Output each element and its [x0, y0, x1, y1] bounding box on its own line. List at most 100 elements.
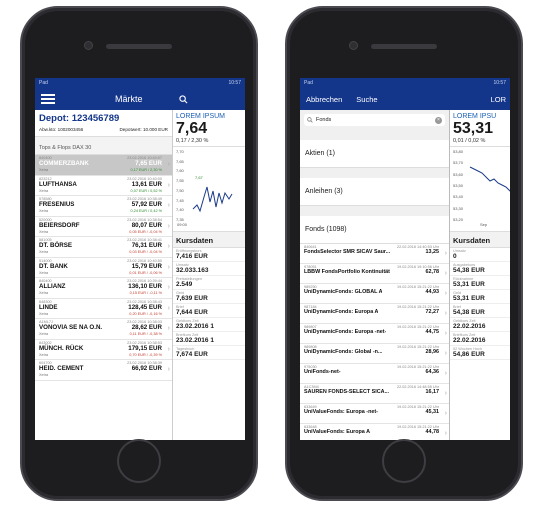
y-tick-label: 53,30	[453, 205, 464, 211]
fund-row[interactable]: 978051 19.02.2016 19:10:56 Uhr LBBW FondsP…	[300, 264, 449, 284]
chevron-right-icon: ›	[444, 250, 447, 257]
chevron-right-icon: ›	[444, 370, 447, 377]
menu-icon[interactable]	[41, 92, 55, 107]
stock-sub: Xetra 0,11 EUR / -0,38 %	[39, 332, 162, 336]
chevron-right-icon: ›	[167, 366, 170, 373]
category-funds[interactable]: Fonds (1098)	[300, 216, 449, 244]
home-button[interactable]	[117, 439, 161, 483]
stock-row[interactable]: 578580 23.02.2016 10:38:49 FRESENIUS 57,92 …	[35, 196, 172, 217]
stock-main: DT. BÖRSE 76,31 EUR	[39, 242, 162, 250]
fund-row[interactable]: 989250 19.02.2016 15:21:22 Uhr UniDynamicF…	[300, 284, 449, 304]
instrument-price: 53,31	[453, 120, 494, 137]
fund-row[interactable]: 987184 19.02.2016 15:21:22 Uhr UniDynamicF…	[300, 304, 449, 324]
cancel-button[interactable]: Abbrechen	[300, 95, 342, 104]
fund-row[interactable]: 633648 19.02.2016 15:21:22 Uhr UniValueFon…	[300, 424, 449, 440]
stock-price: 66,92 EUR	[131, 365, 162, 372]
search-input[interactable]: Fonds ×	[304, 114, 445, 126]
kursdaten-row: Umsatz 0	[450, 248, 510, 262]
clock: 10:57	[493, 80, 506, 86]
stock-row[interactable]: 823212 23.02.2016 10:40:00 LUFTHANSA 13,61 …	[35, 176, 172, 196]
stock-row[interactable]: 514000 23.02.2016 10:40:50 DT. BANK 15,79 E…	[35, 258, 172, 278]
y-tick-label: 7,60	[176, 168, 184, 174]
stock-sub: Xetra 0,20 EUR / -0,16 %	[39, 312, 162, 316]
stock-row[interactable]: 520000 23.02.2016 10:38:54 BEIERSDORF 80,07…	[35, 217, 172, 237]
stock-row[interactable]: 648300 23.02.2016 10:38:43 LINDE 128,45 EUR…	[35, 299, 172, 319]
stock-row[interactable]: A1ML7J 23.02.2016 10:38:03 VONOVIA SE NA O…	[35, 319, 172, 340]
kursdaten-value: 23.02.2016 1	[176, 323, 214, 330]
y-tick-label: 7,70	[176, 149, 184, 154]
kursdaten-row: Geld 53,31 EUR	[450, 290, 510, 304]
instrument-change: 0,01 / 0,02 %	[453, 138, 486, 144]
stock-change: 0,11 EUR / -0,38 %	[129, 332, 162, 336]
fund-price: 45,31	[425, 409, 440, 415]
stock-main: LINDE 128,45 EUR	[39, 304, 162, 312]
chevron-right-icon: ›	[444, 290, 447, 297]
stock-main: ALLIANZ 136,10 EUR	[39, 283, 162, 291]
chevron-right-icon: ›	[167, 284, 170, 291]
depot-summary: Abw.kto: 1002003456 Depotwert: 10.000 EU…	[35, 125, 172, 137]
fund-price: 44,93	[425, 289, 440, 295]
fund-main: UniValueFonds: Europa -net- 45,31	[304, 409, 439, 415]
stock-change: 0,70 EUR / -0,39 %	[129, 352, 162, 357]
fund-row[interactable]: 840641 22.02.2016 14:40:53 Uhr FondsSelect…	[300, 244, 449, 264]
kursdaten-value: 7,674 EUR	[176, 351, 208, 358]
stock-main: COMMERZBANK 7,65 EUR	[39, 160, 162, 168]
stock-price: 28,62 EUR	[131, 324, 162, 331]
stock-price: 13,61 EUR	[131, 180, 162, 188]
kursdaten-value: 54,38 EUR	[453, 309, 485, 316]
fund-name: UniDynamicFonds: GLOBAL A	[304, 289, 383, 295]
stock-price: 128,45 EUR	[128, 303, 162, 311]
kursdaten-row: Ausgabekurs 54,38 EUR	[450, 262, 510, 276]
category-stocks[interactable]: Aktien (1)	[300, 140, 449, 168]
stock-main: MÜNCH. RÜCK 179,15 EUR	[39, 345, 162, 353]
fund-row[interactable]: 989807 19.02.2016 15:21:22 Uhr UniDynamicF…	[300, 324, 449, 344]
stock-row[interactable]: 581005 23.02.2016 10:38:41 DT. BÖRSE 76,31 …	[35, 237, 172, 258]
fund-row[interactable]: 989808 19.02.2016 15:21:22 Uhr UniDynamicF…	[300, 344, 449, 364]
kursdaten-value: 22.02.2016	[453, 337, 486, 344]
fund-name: SAUREN FONDS-SELECT SICA...	[304, 389, 390, 395]
stock-main: FRESENIUS 57,92 EUR	[39, 201, 162, 209]
stock-row[interactable]: 840400 23.02.2016 10:39:44 ALLIANZ 136,10 E…	[35, 278, 172, 299]
kursdaten-value: 32.033.163	[176, 267, 209, 274]
fund-row[interactable]: 975030 19.02.2016 15:21:22 Uhr UniFonds-ne…	[300, 364, 449, 384]
stock-name: VONOVIA SE NA O.N.	[39, 324, 103, 331]
clear-icon[interactable]: ×	[435, 116, 442, 124]
fund-main: UniFonds-net- 64,36	[304, 369, 439, 375]
detail-nav-title: LOR	[490, 94, 506, 104]
fund-name: UniDynamicFonds: Europa -net-	[304, 329, 387, 335]
fund-main: UniValueFonds: Europa A 44,78	[304, 429, 439, 435]
price-chart[interactable]: 53,80 53,70 53,60 53,50 53,40 53,30 53,20 Sep	[450, 146, 510, 232]
search-icon[interactable]	[179, 94, 188, 104]
chart-plot	[192, 186, 233, 213]
stock-name: DT. BANK	[39, 262, 68, 270]
depot-title: Depot: 123456789	[39, 113, 120, 124]
search-value: Fonds	[316, 117, 332, 123]
exchange: Xetra	[39, 373, 49, 377]
kursdaten-row: Umsatz 32.033.163	[173, 262, 245, 276]
fund-row[interactable]: 633649 19.02.2016 15:21:22 Uhr UniValueFon…	[300, 404, 449, 424]
stock-name: MÜNCH. RÜCK	[39, 344, 84, 352]
fund-price: 62,78	[425, 269, 440, 275]
stock-row[interactable]: 604700 23.02.2016 10:38:39 HEID. CEMENT 66,…	[35, 360, 172, 381]
stock-price: 15,79 EUR	[131, 262, 162, 270]
carrier: Pad	[39, 80, 48, 86]
y-tick-label: 53,70	[453, 160, 464, 166]
intraday-chart[interactable]: 7,70 7,65 7,60 7,55 7,50 7,45 7,40 7,35 09:00 7,6…	[173, 146, 245, 232]
stock-name: LINDE	[39, 303, 58, 311]
chevron-right-icon: ›	[444, 350, 447, 357]
stock-sub: Xetra 0,70 EUR / -0,39 %	[39, 353, 162, 357]
detail-panel: LOREM IPSUM 7,64 0,17 / 2,30 % 7,70 7,65 7…	[173, 110, 245, 440]
fund-name: UniFonds-net-	[304, 369, 341, 375]
detail-panel: LOREM IPSU 53,31 0,01 / 0,02 % 53,80 53,7…	[450, 110, 510, 440]
stock-row[interactable]: 843002 23.02.2016 10:38:53 MÜNCH. RÜCK 179,…	[35, 340, 172, 360]
kursdaten-row: Rücknahme 53,31 EUR	[450, 276, 510, 290]
exchange: Xetra	[39, 250, 49, 254]
home-button[interactable]	[382, 439, 426, 483]
category-bonds[interactable]: Anleihen (3)	[300, 178, 449, 206]
stock-row[interactable]: 840400 23.02.2016 10:40:07 COMMERZBANK 7,65…	[35, 155, 172, 176]
chevron-right-icon: ›	[167, 263, 170, 271]
y-tick-label: 53,80	[453, 149, 464, 154]
chevron-right-icon: ›	[444, 310, 447, 317]
chart-plot	[469, 166, 510, 192]
fund-row[interactable]: A1C3M4 22.02.2016 14:48:55 Uhr SAUREN FOND…	[300, 384, 449, 404]
